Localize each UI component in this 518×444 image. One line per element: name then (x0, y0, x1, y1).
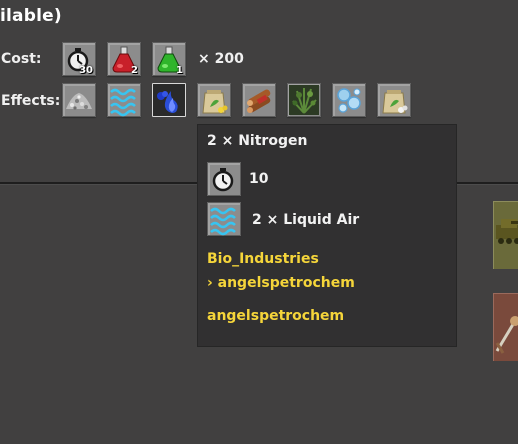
cost-multiplier: × 200 (198, 51, 244, 67)
cost-green-count: 1 (176, 65, 183, 76)
effects-label: Effects: (1, 93, 61, 109)
cost-red-count: 2 (131, 65, 138, 76)
tooltip-title: 2 × Nitrogen (207, 133, 308, 149)
cost-item-red-science[interactable]: 2 (107, 42, 141, 76)
liquid-air-waves-icon (110, 88, 136, 117)
tank-icon (496, 219, 518, 244)
side-technology-thumb-2[interactable] (493, 293, 518, 361)
weapon-icon (495, 316, 518, 354)
effect-item-6[interactable] (287, 83, 321, 117)
side-technology-thumb-1[interactable] (493, 201, 518, 269)
tooltip-time-value: 10 (249, 171, 269, 187)
wood-logs-icon (247, 89, 271, 113)
tooltip-mod-source: Bio_Industries (207, 251, 319, 267)
technology-title: ilable) (0, 6, 62, 26)
effect-item-2[interactable] (107, 83, 141, 117)
stopwatch-icon (212, 168, 234, 192)
cost-item-time[interactable]: 30 (62, 42, 96, 76)
cost-item-green-science[interactable]: 1 (152, 42, 186, 76)
cost-time-count: 30 (79, 65, 93, 76)
recipe-tooltip: 2 × Nitrogen 10 2 × Liquid Air Bio_Indus… (198, 125, 456, 346)
water-bubbles-icon (337, 88, 361, 113)
liquid-air-waves-icon (210, 207, 236, 236)
cost-label: Cost: (1, 51, 42, 67)
effect-item-8[interactable] (377, 83, 411, 117)
seed-bag-yellow-icon (202, 90, 228, 114)
effect-item-1[interactable] (62, 83, 96, 117)
effect-item-7[interactable] (332, 83, 366, 117)
seed-bag-white-icon (382, 90, 408, 114)
plant-bush-icon (289, 85, 319, 115)
tooltip-mod-item-source: angelspetrochem (207, 308, 345, 324)
tooltip-ingredient-label: 2 × Liquid Air (252, 212, 360, 228)
nitrogen-gas-icon (157, 91, 178, 113)
tooltip-mod-modified-by: › angelspetrochem (207, 275, 355, 291)
tooltip-time-slot (207, 162, 241, 196)
effect-item-5[interactable] (242, 83, 276, 117)
gravel-pile-icon (66, 93, 92, 110)
effect-item-4[interactable] (197, 83, 231, 117)
effect-item-3-selected[interactable] (152, 83, 186, 117)
tooltip-ingredient-slot (207, 202, 241, 236)
